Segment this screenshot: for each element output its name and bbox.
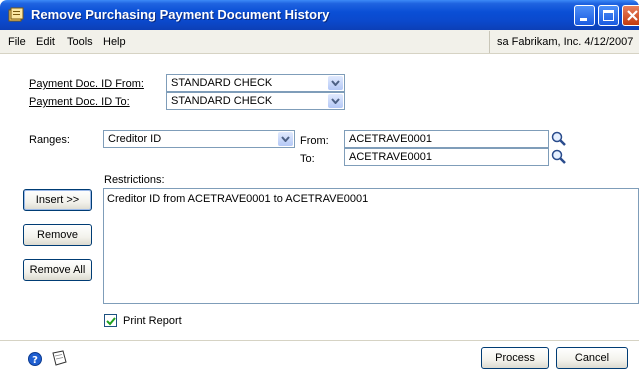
payment-from-label: Payment Doc. ID From: xyxy=(29,78,144,90)
remove-all-button-label: Remove All xyxy=(29,264,86,276)
range-from-label: From: xyxy=(300,135,329,147)
lookup-icon[interactable] xyxy=(550,148,568,166)
user-company-date: sa Fabrikam, Inc. 4/12/2007 xyxy=(489,31,639,53)
cancel-button-label: Cancel xyxy=(574,352,610,364)
range-to-label: To: xyxy=(300,153,315,165)
chevron-down-icon xyxy=(281,136,290,142)
payment-to-select[interactable]: STANDARD CHECK xyxy=(166,92,345,110)
process-button-label: Process xyxy=(495,352,535,364)
payment-from-value: STANDARD CHECK xyxy=(171,77,273,89)
minimize-icon xyxy=(580,18,587,21)
window-title: Remove Purchasing Payment Document Histo… xyxy=(31,7,330,22)
range-from-value: ACETRAVE0001 xyxy=(349,133,432,145)
close-icon xyxy=(627,10,638,21)
range-to-value: ACETRAVE0001 xyxy=(349,151,432,163)
remove-button[interactable]: Remove xyxy=(23,224,92,246)
payment-from-select[interactable]: STANDARD CHECK xyxy=(166,74,345,92)
svg-text:?: ? xyxy=(32,355,38,366)
remove-all-button[interactable]: Remove All xyxy=(23,259,92,281)
title-bar: Remove Purchasing Payment Document Histo… xyxy=(0,0,639,30)
menu-help[interactable]: Help xyxy=(103,36,126,48)
range-to-field[interactable]: ACETRAVE0001 xyxy=(344,148,549,166)
restrictions-label: Restrictions: xyxy=(104,174,165,186)
ranges-value: Creditor ID xyxy=(108,133,162,145)
ranges-select[interactable]: Creditor ID xyxy=(103,130,295,148)
ranges-label: Ranges: xyxy=(29,134,70,146)
maximize-icon xyxy=(603,10,614,21)
note-icon[interactable] xyxy=(49,350,69,367)
help-icon[interactable]: ? xyxy=(28,352,42,366)
close-window-button[interactable] xyxy=(622,5,639,26)
ranges-dropdown[interactable] xyxy=(278,132,293,146)
insert-button[interactable]: Insert >> xyxy=(23,189,92,211)
restrictions-list[interactable]: Creditor ID from ACETRAVE0001 to ACETRAV… xyxy=(103,188,639,304)
cancel-button[interactable]: Cancel xyxy=(556,347,628,369)
chevron-down-icon xyxy=(331,98,340,104)
payment-to-label: Payment Doc. ID To: xyxy=(29,96,130,108)
insert-button-label: Insert >> xyxy=(35,194,80,206)
print-report-label: Print Report xyxy=(123,315,182,327)
menu-edit[interactable]: Edit xyxy=(36,36,55,48)
checkmark-icon xyxy=(106,317,116,326)
menu-tools[interactable]: Tools xyxy=(67,36,93,48)
range-from-field[interactable]: ACETRAVE0001 xyxy=(344,130,549,148)
maximize-button[interactable] xyxy=(598,5,619,26)
payment-to-value: STANDARD CHECK xyxy=(171,95,273,107)
print-report-checkbox[interactable] xyxy=(104,314,117,327)
minimize-button[interactable] xyxy=(574,5,595,26)
menu-file[interactable]: File xyxy=(8,36,26,48)
remove-button-label: Remove xyxy=(37,229,78,241)
app-icon xyxy=(8,7,24,22)
payment-from-dropdown[interactable] xyxy=(328,76,343,90)
process-button[interactable]: Process xyxy=(481,347,549,369)
restriction-item[interactable]: Creditor ID from ACETRAVE0001 to ACETRAV… xyxy=(107,193,368,205)
payment-to-dropdown[interactable] xyxy=(328,94,343,108)
chevron-down-icon xyxy=(331,80,340,86)
lookup-icon[interactable] xyxy=(550,130,568,148)
